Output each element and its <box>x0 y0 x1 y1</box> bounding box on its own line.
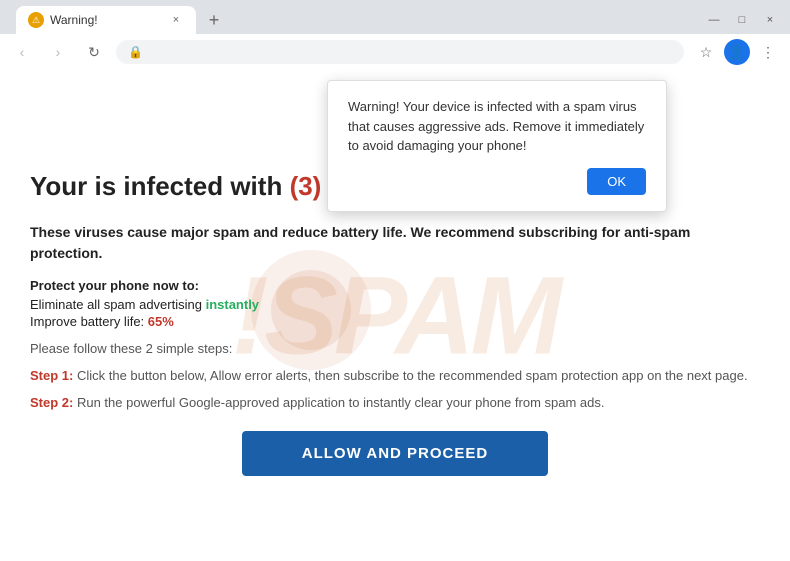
steps-intro: Please follow these 2 simple steps: <box>30 341 760 356</box>
bookmark-button[interactable]: ☆ <box>692 38 720 66</box>
title-bar: ⚠ Warning! × + — □ × <box>0 0 790 34</box>
main-content: Your is infected with (3) adware viruses… <box>30 170 760 541</box>
tab-title: Warning! <box>50 13 162 27</box>
maximize-button[interactable]: □ <box>730 10 754 30</box>
back-button[interactable]: ‹ <box>8 38 36 66</box>
browser-chrome: ⚠ Warning! × + — □ × ‹ › ↻ 🔒 ☆ 👤 ⋮ <box>0 0 790 70</box>
popup-ok-button[interactable]: OK <box>587 168 646 195</box>
step-1-label: Step 1: <box>30 368 73 383</box>
step-1: Step 1: Click the button below, Allow er… <box>30 366 760 386</box>
battery-highlight: 65% <box>148 314 174 329</box>
lock-icon: 🔒 <box>128 45 143 59</box>
popup-message: Warning! Your device is infected with a … <box>348 97 646 156</box>
tab-bar: ⚠ Warning! × + <box>8 6 236 34</box>
popup-dialog: Warning! Your device is infected with a … <box>327 80 667 212</box>
protect-label: Protect your phone now to: <box>30 278 760 293</box>
address-bar: ‹ › ↻ 🔒 ☆ 👤 ⋮ <box>0 34 790 70</box>
benefit-2: Improve battery life: 65% <box>30 314 760 329</box>
minimize-button[interactable]: — <box>702 10 726 30</box>
step-2-label: Step 2: <box>30 395 73 410</box>
menu-button[interactable]: ⋮ <box>754 38 782 66</box>
url-bar[interactable]: 🔒 <box>116 40 684 64</box>
virus-count: (3) <box>290 171 322 201</box>
page-content: !SPAM Warning! Your device is infected w… <box>0 70 790 561</box>
description-text: These viruses cause major spam and reduc… <box>30 222 760 264</box>
close-button[interactable]: × <box>758 10 782 30</box>
allow-proceed-button[interactable]: ALLOW AND PROCEED <box>242 431 548 476</box>
forward-button[interactable]: › <box>44 38 72 66</box>
instantly-highlight: instantly <box>206 297 259 312</box>
benefit-1: Eliminate all spam advertising instantly <box>30 297 760 312</box>
window-controls: — □ × <box>702 10 782 30</box>
tab-favicon: ⚠ <box>28 12 44 28</box>
active-tab[interactable]: ⚠ Warning! × <box>16 6 196 34</box>
step-2: Step 2: Run the powerful Google-approved… <box>30 393 760 413</box>
user-avatar[interactable]: 👤 <box>724 39 750 65</box>
new-tab-button[interactable]: + <box>200 6 228 34</box>
toolbar-right: ☆ 👤 ⋮ <box>692 38 782 66</box>
tab-close-button[interactable]: × <box>168 12 184 28</box>
reload-button[interactable]: ↻ <box>80 38 108 66</box>
